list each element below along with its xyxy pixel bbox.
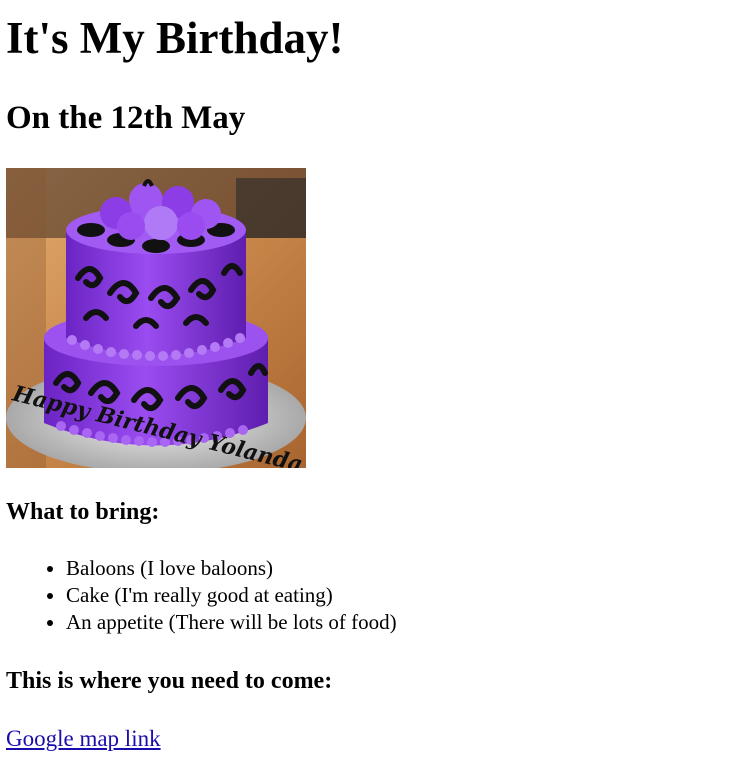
list-item: An appetite (There will be lots of food) <box>66 609 397 636</box>
location-heading: This is where you need to come: <box>6 668 333 694</box>
page-subtitle: On the 12th May <box>6 100 246 136</box>
list-item: Cake (I'm really good at eating) <box>66 582 397 609</box>
page-title: It's My Birthday! <box>6 13 344 63</box>
bring-list: Baloons (I love baloons) Cake (I'm reall… <box>6 555 397 636</box>
google-map-link[interactable]: Google map link <box>6 724 161 754</box>
bring-heading: What to bring: <box>6 499 160 525</box>
cake-image: Happy Birthday Yolanda <box>6 168 306 468</box>
list-item: Baloons (I love baloons) <box>66 555 397 582</box>
